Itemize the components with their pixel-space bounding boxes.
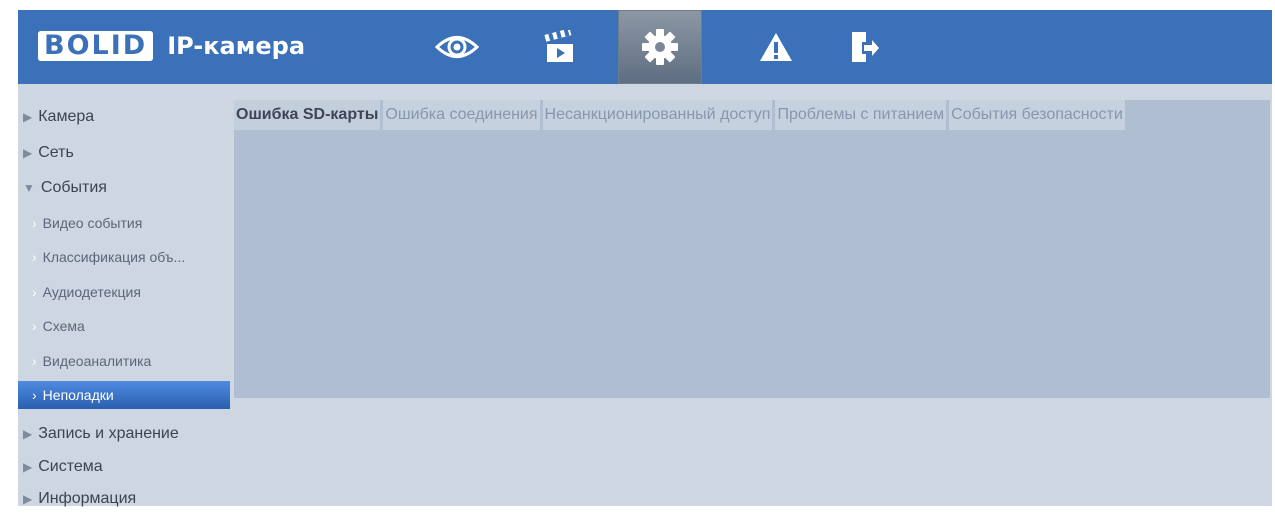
sidebar-item-network[interactable]: ▶ Сеть (18, 138, 74, 168)
sidebar-subitem-malfunctions[interactable]: › Неполадки (18, 381, 230, 409)
sidebar-item-events[interactable]: ▼ События (18, 173, 107, 203)
top-header: BOLID IP-камера (18, 10, 1272, 84)
chevron-right-icon: › (32, 318, 37, 334)
app-title: IP-камера (167, 32, 306, 60)
sidebar-item-information[interactable]: ▶ Информация (18, 484, 136, 514)
sidebar-subitem-label: Аудиодетекция (42, 284, 141, 300)
sidebar-item-label: Запись и хранение (38, 425, 179, 442)
settings-panel: Ошибка SD-карты Ошибка соединения Несанк… (234, 100, 1270, 398)
settings-button[interactable] (618, 10, 702, 84)
sidebar-item-label: Камера (38, 108, 95, 125)
sidebar-subitem-video-analytics[interactable]: › Видеоаналитика (18, 347, 230, 375)
clapperboard-icon (544, 30, 573, 62)
sidebar-item-label: Система (38, 458, 103, 475)
exit-icon (852, 32, 879, 62)
sidebar-subitem-label: Видеоаналитика (42, 353, 152, 369)
chevron-right-icon: › (32, 249, 37, 265)
logout-button[interactable] (822, 10, 906, 84)
sidebar-item-label: Сеть (38, 144, 74, 161)
playback-button[interactable] (518, 10, 602, 84)
tab-connection-error[interactable]: Ошибка соединения (383, 100, 540, 130)
tab-sd-card-error[interactable]: Ошибка SD-карты (234, 100, 381, 130)
sidebar-item-label: События (40, 179, 107, 196)
sidebar-subitem-object-classification[interactable]: › Классификация объ... (18, 243, 230, 271)
sidebar-subitem-label: Классификация объ... (42, 249, 186, 265)
chevron-right-icon: › (32, 353, 37, 369)
sidebar-item-system[interactable]: ▶ Система (18, 452, 103, 482)
warning-icon (760, 33, 792, 61)
sidebar-item-label: Информация (38, 490, 137, 507)
sidebar-subitem-audio-detection[interactable]: › Аудиодетекция (18, 278, 230, 306)
eye-icon (435, 36, 479, 58)
logo-text: BOLID (38, 31, 154, 61)
sidebar-subitem-label: Видео события (42, 215, 143, 231)
chevron-right-icon: › (32, 215, 37, 231)
chevron-right-icon: › (32, 284, 37, 300)
triangle-right-icon: ▶ (23, 460, 33, 474)
tab-bar: Ошибка SD-карты Ошибка соединения Несанк… (234, 100, 1128, 130)
sidebar-item-camera[interactable]: ▶ Камера (18, 102, 94, 132)
alarm-button[interactable] (734, 10, 818, 84)
sidebar-subitem-label: Неполадки (42, 387, 114, 403)
tab-unauthorized-access[interactable]: Несанкционированный доступ (542, 100, 773, 130)
tab-power-problems[interactable]: Проблемы с питанием (775, 100, 947, 130)
logo: BOLID IP-камера (38, 30, 305, 62)
live-view-button[interactable] (415, 10, 499, 84)
sidebar-subitem-video-events[interactable]: › Видео события (18, 209, 230, 237)
triangle-right-icon: ▶ (23, 492, 33, 506)
content-area: ▶ Камера ▶ Сеть ▼ События › Видео события › К… (18, 84, 1272, 507)
triangle-right-icon: ▶ (23, 427, 33, 441)
chevron-right-icon: › (32, 387, 37, 403)
sidebar-subitem-label: Схема (42, 318, 85, 334)
gear-icon (642, 29, 678, 65)
tab-security-events[interactable]: События безопасности (949, 100, 1125, 130)
triangle-right-icon: ▶ (23, 110, 33, 124)
triangle-right-icon: ▶ (23, 146, 33, 160)
sidebar-subitem-scheme[interactable]: › Схема (18, 312, 230, 340)
triangle-down-icon: ▼ (23, 181, 35, 195)
sidebar-item-recording-storage[interactable]: ▶ Запись и хранение (18, 419, 179, 449)
